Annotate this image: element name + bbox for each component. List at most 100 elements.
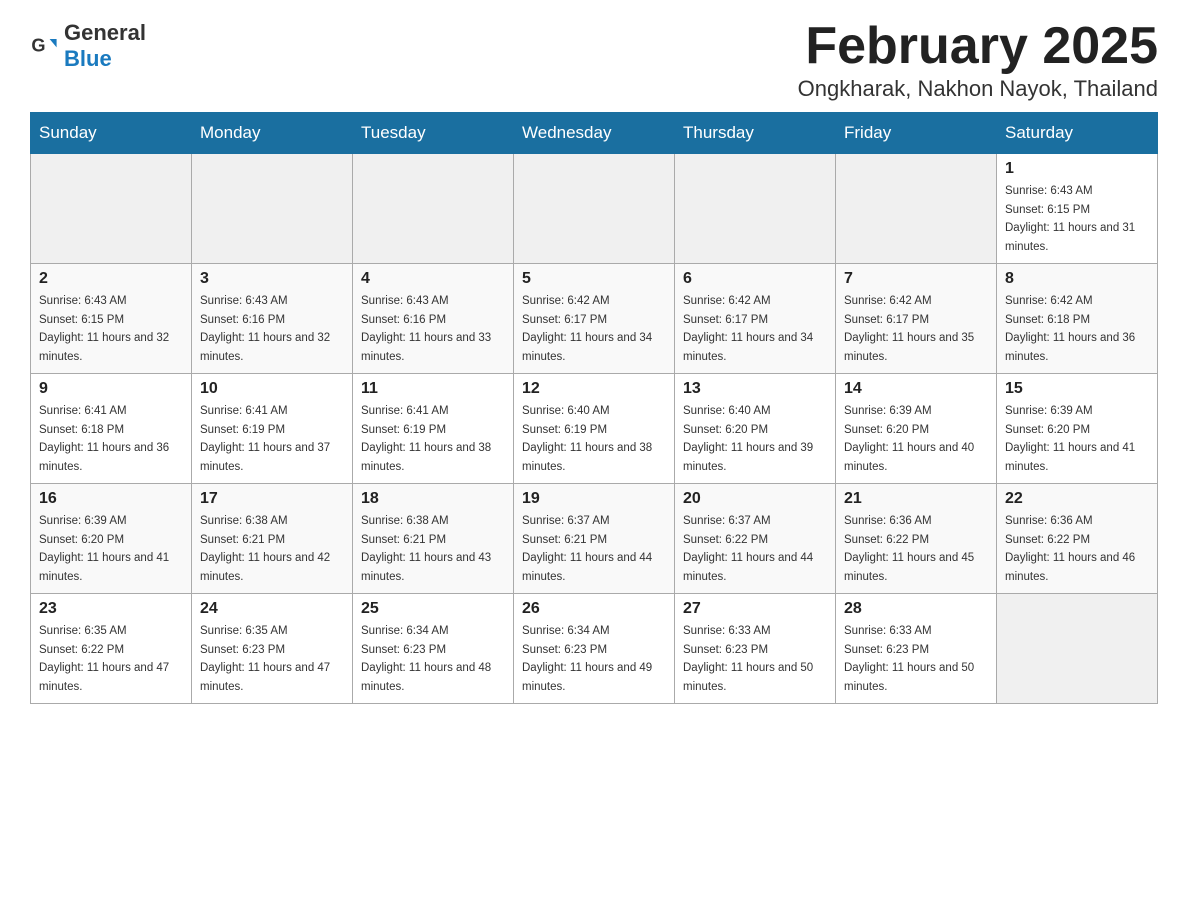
day-number: 7 bbox=[844, 270, 988, 288]
day-info: Sunrise: 6:39 AMSunset: 6:20 PMDaylight:… bbox=[39, 515, 169, 583]
day-info: Sunrise: 6:35 AMSunset: 6:23 PMDaylight:… bbox=[200, 625, 330, 693]
calendar-cell: 6 Sunrise: 6:42 AMSunset: 6:17 PMDayligh… bbox=[675, 264, 836, 374]
day-number: 5 bbox=[522, 270, 666, 288]
day-info: Sunrise: 6:43 AMSunset: 6:16 PMDaylight:… bbox=[361, 295, 491, 363]
calendar-cell: 18 Sunrise: 6:38 AMSunset: 6:21 PMDaylig… bbox=[353, 484, 514, 594]
day-info: Sunrise: 6:37 AMSunset: 6:22 PMDaylight:… bbox=[683, 515, 813, 583]
calendar-header: Sunday Monday Tuesday Wednesday Thursday… bbox=[31, 113, 1158, 154]
day-info: Sunrise: 6:37 AMSunset: 6:21 PMDaylight:… bbox=[522, 515, 652, 583]
day-info: Sunrise: 6:42 AMSunset: 6:17 PMDaylight:… bbox=[522, 295, 652, 363]
location-subtitle: Ongkharak, Nakhon Nayok, Thailand bbox=[798, 76, 1158, 102]
calendar-cell: 5 Sunrise: 6:42 AMSunset: 6:17 PMDayligh… bbox=[514, 264, 675, 374]
header-tuesday: Tuesday bbox=[353, 113, 514, 154]
logo: G General Blue bbox=[30, 20, 146, 72]
day-info: Sunrise: 6:42 AMSunset: 6:17 PMDaylight:… bbox=[844, 295, 974, 363]
day-info: Sunrise: 6:43 AMSunset: 6:16 PMDaylight:… bbox=[200, 295, 330, 363]
day-info: Sunrise: 6:33 AMSunset: 6:23 PMDaylight:… bbox=[683, 625, 813, 693]
day-info: Sunrise: 6:40 AMSunset: 6:20 PMDaylight:… bbox=[683, 405, 813, 473]
day-info: Sunrise: 6:34 AMSunset: 6:23 PMDaylight:… bbox=[361, 625, 491, 693]
logo-text: General Blue bbox=[64, 20, 146, 72]
calendar-cell: 11 Sunrise: 6:41 AMSunset: 6:19 PMDaylig… bbox=[353, 374, 514, 484]
header-friday: Friday bbox=[836, 113, 997, 154]
calendar-cell: 19 Sunrise: 6:37 AMSunset: 6:21 PMDaylig… bbox=[514, 484, 675, 594]
day-number: 3 bbox=[200, 270, 344, 288]
day-info: Sunrise: 6:42 AMSunset: 6:18 PMDaylight:… bbox=[1005, 295, 1135, 363]
day-info: Sunrise: 6:35 AMSunset: 6:22 PMDaylight:… bbox=[39, 625, 169, 693]
calendar-cell: 13 Sunrise: 6:40 AMSunset: 6:20 PMDaylig… bbox=[675, 374, 836, 484]
day-info: Sunrise: 6:43 AMSunset: 6:15 PMDaylight:… bbox=[1005, 185, 1135, 253]
day-info: Sunrise: 6:42 AMSunset: 6:17 PMDaylight:… bbox=[683, 295, 813, 363]
day-number: 14 bbox=[844, 380, 988, 398]
day-number: 15 bbox=[1005, 380, 1149, 398]
header-wednesday: Wednesday bbox=[514, 113, 675, 154]
calendar-cell: 1 Sunrise: 6:43 AMSunset: 6:15 PMDayligh… bbox=[997, 154, 1158, 264]
day-number: 11 bbox=[361, 380, 505, 398]
day-number: 6 bbox=[683, 270, 827, 288]
day-number: 18 bbox=[361, 490, 505, 508]
day-number: 16 bbox=[39, 490, 183, 508]
svg-text:G: G bbox=[31, 36, 45, 56]
calendar-cell: 2 Sunrise: 6:43 AMSunset: 6:15 PMDayligh… bbox=[31, 264, 192, 374]
calendar-cell: 27 Sunrise: 6:33 AMSunset: 6:23 PMDaylig… bbox=[675, 594, 836, 704]
day-number: 23 bbox=[39, 600, 183, 618]
day-info: Sunrise: 6:41 AMSunset: 6:19 PMDaylight:… bbox=[361, 405, 491, 473]
day-number: 27 bbox=[683, 600, 827, 618]
day-number: 13 bbox=[683, 380, 827, 398]
calendar-week-2: 2 Sunrise: 6:43 AMSunset: 6:15 PMDayligh… bbox=[31, 264, 1158, 374]
calendar-cell: 9 Sunrise: 6:41 AMSunset: 6:18 PMDayligh… bbox=[31, 374, 192, 484]
day-info: Sunrise: 6:43 AMSunset: 6:15 PMDaylight:… bbox=[39, 295, 169, 363]
calendar-cell: 3 Sunrise: 6:43 AMSunset: 6:16 PMDayligh… bbox=[192, 264, 353, 374]
day-info: Sunrise: 6:38 AMSunset: 6:21 PMDaylight:… bbox=[200, 515, 330, 583]
logo-icon: G bbox=[30, 32, 58, 60]
logo-blue: Blue bbox=[64, 46, 112, 71]
day-info: Sunrise: 6:33 AMSunset: 6:23 PMDaylight:… bbox=[844, 625, 974, 693]
calendar-cell: 25 Sunrise: 6:34 AMSunset: 6:23 PMDaylig… bbox=[353, 594, 514, 704]
calendar-body: 1 Sunrise: 6:43 AMSunset: 6:15 PMDayligh… bbox=[31, 154, 1158, 704]
calendar-cell: 10 Sunrise: 6:41 AMSunset: 6:19 PMDaylig… bbox=[192, 374, 353, 484]
day-number: 24 bbox=[200, 600, 344, 618]
calendar-week-4: 16 Sunrise: 6:39 AMSunset: 6:20 PMDaylig… bbox=[31, 484, 1158, 594]
calendar-cell: 23 Sunrise: 6:35 AMSunset: 6:22 PMDaylig… bbox=[31, 594, 192, 704]
day-number: 28 bbox=[844, 600, 988, 618]
calendar-cell: 12 Sunrise: 6:40 AMSunset: 6:19 PMDaylig… bbox=[514, 374, 675, 484]
day-number: 8 bbox=[1005, 270, 1149, 288]
calendar-cell: 24 Sunrise: 6:35 AMSunset: 6:23 PMDaylig… bbox=[192, 594, 353, 704]
day-info: Sunrise: 6:41 AMSunset: 6:19 PMDaylight:… bbox=[200, 405, 330, 473]
day-number: 1 bbox=[1005, 160, 1149, 178]
calendar-cell bbox=[514, 154, 675, 264]
day-info: Sunrise: 6:36 AMSunset: 6:22 PMDaylight:… bbox=[844, 515, 974, 583]
day-info: Sunrise: 6:39 AMSunset: 6:20 PMDaylight:… bbox=[1005, 405, 1135, 473]
calendar-table: Sunday Monday Tuesday Wednesday Thursday… bbox=[30, 112, 1158, 704]
title-section: February 2025 Ongkharak, Nakhon Nayok, T… bbox=[798, 20, 1158, 102]
calendar-cell bbox=[675, 154, 836, 264]
calendar-cell: 20 Sunrise: 6:37 AMSunset: 6:22 PMDaylig… bbox=[675, 484, 836, 594]
calendar-cell: 28 Sunrise: 6:33 AMSunset: 6:23 PMDaylig… bbox=[836, 594, 997, 704]
day-number: 19 bbox=[522, 490, 666, 508]
calendar-week-5: 23 Sunrise: 6:35 AMSunset: 6:22 PMDaylig… bbox=[31, 594, 1158, 704]
logo-general: General bbox=[64, 20, 146, 45]
calendar-cell: 14 Sunrise: 6:39 AMSunset: 6:20 PMDaylig… bbox=[836, 374, 997, 484]
day-number: 20 bbox=[683, 490, 827, 508]
month-title: February 2025 bbox=[798, 20, 1158, 72]
day-number: 12 bbox=[522, 380, 666, 398]
calendar-cell bbox=[353, 154, 514, 264]
day-number: 10 bbox=[200, 380, 344, 398]
calendar-cell: 17 Sunrise: 6:38 AMSunset: 6:21 PMDaylig… bbox=[192, 484, 353, 594]
calendar-week-3: 9 Sunrise: 6:41 AMSunset: 6:18 PMDayligh… bbox=[31, 374, 1158, 484]
page-header: G General Blue February 2025 Ongkharak, … bbox=[30, 20, 1158, 102]
calendar-cell: 15 Sunrise: 6:39 AMSunset: 6:20 PMDaylig… bbox=[997, 374, 1158, 484]
calendar-cell: 16 Sunrise: 6:39 AMSunset: 6:20 PMDaylig… bbox=[31, 484, 192, 594]
calendar-cell: 4 Sunrise: 6:43 AMSunset: 6:16 PMDayligh… bbox=[353, 264, 514, 374]
header-thursday: Thursday bbox=[675, 113, 836, 154]
day-number: 21 bbox=[844, 490, 988, 508]
calendar-cell bbox=[31, 154, 192, 264]
day-number: 2 bbox=[39, 270, 183, 288]
calendar-cell: 22 Sunrise: 6:36 AMSunset: 6:22 PMDaylig… bbox=[997, 484, 1158, 594]
day-number: 9 bbox=[39, 380, 183, 398]
day-number: 17 bbox=[200, 490, 344, 508]
calendar-cell bbox=[836, 154, 997, 264]
weekday-header-row: Sunday Monday Tuesday Wednesday Thursday… bbox=[31, 113, 1158, 154]
header-monday: Monday bbox=[192, 113, 353, 154]
day-info: Sunrise: 6:41 AMSunset: 6:18 PMDaylight:… bbox=[39, 405, 169, 473]
day-info: Sunrise: 6:36 AMSunset: 6:22 PMDaylight:… bbox=[1005, 515, 1135, 583]
